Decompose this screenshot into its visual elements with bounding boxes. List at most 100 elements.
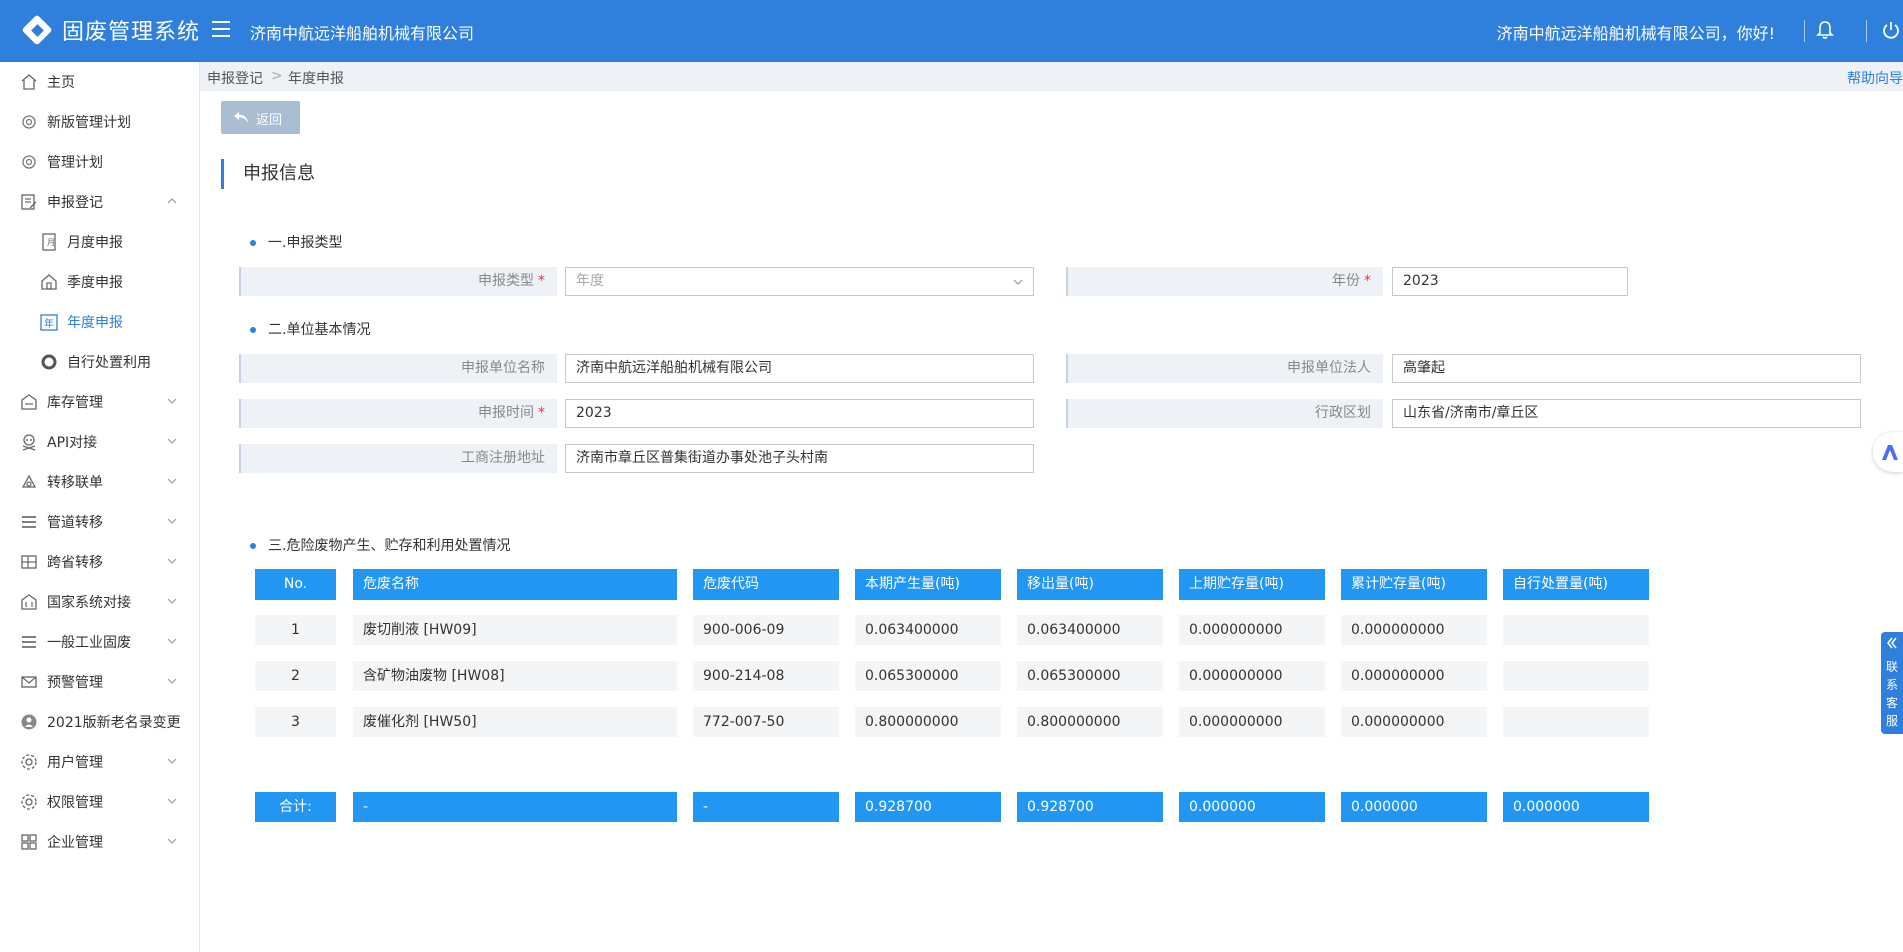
sidebar-item-warning[interactable]: 预警管理: [0, 662, 200, 702]
breadcrumb-item[interactable]: 申报登记: [207, 68, 263, 88]
sidebar-item-api[interactable]: API对接: [0, 422, 200, 462]
table-footer-cell: -: [353, 792, 677, 822]
mail-icon: [21, 676, 37, 688]
table-cell: 含矿物油废物 [HW08]: [353, 661, 677, 691]
bell-icon[interactable]: [1816, 20, 1834, 40]
chevron-up-icon: [167, 198, 177, 204]
sidebar-item-annual[interactable]: 年 年度申报: [0, 302, 200, 342]
hamburger-menu-icon[interactable]: [212, 21, 230, 37]
company-title: 济南中航远洋船舶机械有限公司: [250, 24, 475, 43]
sidebar-item-pipeline[interactable]: 管道转移: [0, 502, 200, 542]
bank-icon: [21, 594, 37, 610]
gear-icon: [21, 754, 37, 770]
table-cell: 3: [255, 707, 336, 737]
year-input[interactable]: 2023: [1392, 267, 1628, 296]
power-icon[interactable]: [1881, 20, 1901, 40]
assistant-float-button[interactable]: [1873, 432, 1903, 472]
sidebar-item-label: 国家系统对接: [47, 595, 131, 611]
header-divider: [1804, 20, 1805, 42]
sidebar-item-label: 管道转移: [47, 515, 103, 531]
sidebar-item-label: 预警管理: [47, 675, 103, 691]
sidebar-item-declaration[interactable]: 申报登记: [0, 182, 200, 222]
table-cell: 0.800000000: [1017, 707, 1163, 737]
sidebar-item-label: 权限管理: [47, 795, 103, 811]
warehouse-icon: [21, 394, 37, 410]
table-cell: 0.000000000: [1179, 615, 1325, 645]
breadcrumb-current: 年度申报: [288, 71, 344, 87]
region-label: 行政区划: [1066, 399, 1383, 428]
table-cell: [1503, 615, 1649, 645]
table-cell: 0.065300000: [1017, 661, 1163, 691]
report-type-select[interactable]: 年度: [565, 267, 1034, 296]
chevron-down-icon: [167, 598, 177, 604]
sidebar-item-monthly[interactable]: 月 月度申报: [0, 222, 200, 262]
legal-person-input[interactable]: 高肇起: [1392, 354, 1861, 383]
sidebar-item-inventory[interactable]: 库存管理: [0, 382, 200, 422]
table-header-cell: 累计贮存量(吨): [1341, 569, 1487, 600]
user-greeting: 济南中航远洋船舶机械有限公司，你好!: [1496, 24, 1775, 43]
transfer-icon: [21, 474, 37, 488]
table-cell: 0.000000000: [1179, 707, 1325, 737]
list-icon: [22, 636, 36, 648]
help-guide-link[interactable]: 帮助向导: [1847, 68, 1903, 88]
grid-icon: [21, 834, 37, 850]
legal-person-label: 申报单位法人: [1066, 354, 1383, 383]
report-time-input[interactable]: 2023: [565, 399, 1034, 428]
sidebar-item-catalog-change[interactable]: 2021版新老名录变更: [0, 702, 200, 742]
table-header-cell: 危废名称: [353, 569, 677, 600]
sidebar-item-label: API对接: [47, 435, 98, 451]
sidebar-item-users[interactable]: 用户管理: [0, 742, 200, 782]
sidebar-item-new-plan[interactable]: 新版管理计划: [0, 102, 200, 142]
table-cell: 900-214-08: [693, 661, 839, 691]
unit-name-input[interactable]: 济南中航远洋船舶机械有限公司: [565, 354, 1034, 383]
sidebar: 主页 新版管理计划 管理计划 申报登记 月 月度申报 季度申报 年 年度申报 自…: [0, 62, 200, 952]
bullet-dot: [250, 240, 256, 246]
sidebar-item-plan[interactable]: 管理计划: [0, 142, 200, 182]
table-cell: [1503, 661, 1649, 691]
table-footer-cell: -: [693, 792, 839, 822]
unit-name-label: 申报单位名称: [239, 354, 557, 383]
table-cell: 0.065300000: [855, 661, 1001, 691]
gear-icon: [21, 794, 37, 810]
sidebar-item-self-disposal[interactable]: 自行处置利用: [0, 342, 200, 382]
chevron-down-icon: [1013, 279, 1023, 285]
chevron-down-icon: [167, 438, 177, 444]
assistant-icon: [1882, 445, 1898, 460]
region-input[interactable]: 山东省/济南市/章丘区: [1392, 399, 1861, 428]
sidebar-item-national-system[interactable]: 国家系统对接: [0, 582, 200, 622]
bullet-dot: [250, 327, 256, 333]
sidebar-item-cross-province[interactable]: 跨省转移: [0, 542, 200, 582]
sidebar-item-label: 转移联单: [47, 475, 103, 491]
table-footer-cell: 0.000000: [1503, 792, 1649, 822]
report-type-label: 申报类型 *: [239, 267, 557, 296]
cross-province-icon: [21, 555, 37, 569]
back-button[interactable]: 返回: [221, 101, 300, 134]
breadcrumb-separator: >: [271, 68, 283, 84]
table-header-cell: No.: [255, 569, 336, 600]
chevron-down-icon: [167, 558, 177, 564]
chevron-down-icon: [167, 678, 177, 684]
sidebar-item-label: 年度申报: [67, 315, 123, 331]
sidebar-item-label: 企业管理: [47, 835, 103, 851]
user-badge-icon: [21, 714, 37, 730]
doc-icon: 月: [42, 233, 56, 251]
sidebar-item-transfer-form[interactable]: 转移联单: [0, 462, 200, 502]
table-cell: 772-007-50: [693, 707, 839, 737]
svg-text:月: 月: [47, 238, 55, 247]
sidebar-item-quarterly[interactable]: 季度申报: [0, 262, 200, 302]
customer-service-tab[interactable]: 联系客服: [1881, 632, 1903, 734]
app-logo[interactable]: 固废管理系统: [21, 14, 200, 46]
sidebar-item-permissions[interactable]: 权限管理: [0, 782, 200, 822]
customer-service-label: 联系客服: [1885, 660, 1898, 728]
address-input[interactable]: 济南市章丘区普集街道办事处池子头村南: [565, 444, 1034, 473]
year-icon: 年: [40, 314, 58, 331]
svg-text:年: 年: [44, 317, 54, 330]
sidebar-item-general-waste[interactable]: 一般工业固废: [0, 622, 200, 662]
logo-diamond-icon: [21, 14, 53, 46]
table-cell: 0.800000000: [855, 707, 1001, 737]
chevron-down-icon: [167, 638, 177, 644]
sidebar-item-home[interactable]: 主页: [0, 62, 200, 102]
table-header-cell: 危废代码: [693, 569, 839, 600]
sidebar-item-enterprise[interactable]: 企业管理: [0, 822, 200, 862]
sidebar-item-label: 新版管理计划: [47, 115, 131, 131]
